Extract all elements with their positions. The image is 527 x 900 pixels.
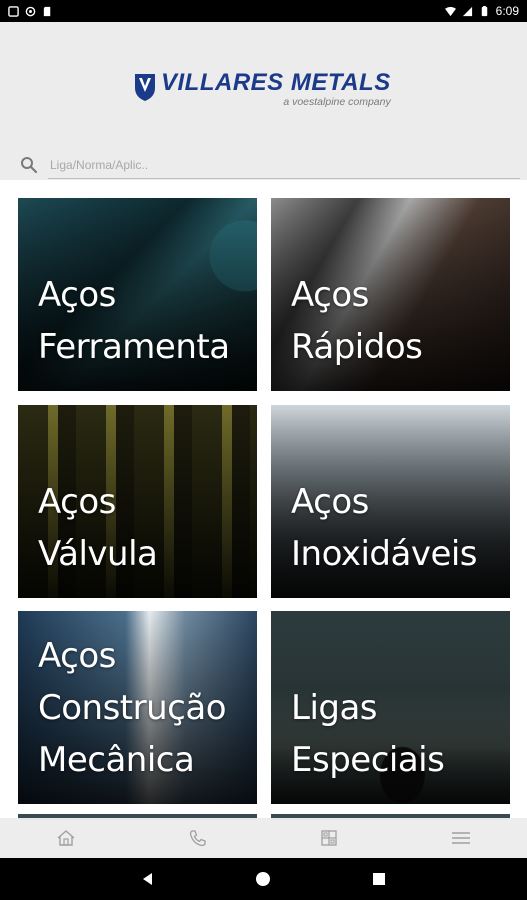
recents-button[interactable]	[364, 864, 394, 894]
back-icon	[142, 873, 152, 885]
bottom-app-bar	[0, 818, 527, 858]
battery-icon	[481, 5, 487, 16]
home-circle-icon	[256, 872, 271, 886]
tile-label-line: Especiais	[291, 740, 445, 780]
tile-label-line: Aços	[38, 636, 116, 676]
notification-square-icon	[8, 5, 19, 17]
tile-label: Ligas Especiais	[291, 682, 445, 786]
wifi-icon	[444, 6, 456, 16]
search-input[interactable]	[48, 151, 520, 179]
tile-label-line: Rápidos	[291, 327, 423, 367]
tile-label-line: Aços	[291, 482, 369, 522]
tile-label-line: Aços	[38, 275, 116, 315]
sd-card-icon	[43, 6, 51, 16]
back-button[interactable]	[133, 864, 163, 894]
status-notifications	[8, 5, 53, 17]
tile-label-line: Aços	[38, 482, 116, 522]
tile-label: Aços Ferramenta	[38, 269, 230, 373]
tile-acos-ferramenta[interactable]: Aços Ferramenta	[18, 198, 257, 391]
brand-logo: VILLARES METALS a voestalpine company	[134, 70, 391, 108]
tile-acos-construcao-mecanica[interactable]: Aços Construção Mecânica	[18, 611, 257, 804]
tile-label: Aços Inoxidáveis	[291, 476, 478, 580]
tile-label-line: Ferramenta	[38, 327, 230, 367]
phone-icon	[189, 830, 206, 847]
system-nav-bar	[0, 858, 527, 900]
search-bar	[20, 150, 520, 180]
tile-acos-rapidos[interactable]: Aços Rápidos	[271, 198, 510, 391]
home-button[interactable]	[46, 818, 86, 858]
tile-acos-inoxidaveis[interactable]: Aços Inoxidáveis	[271, 405, 510, 598]
status-time: 6:09	[495, 4, 519, 18]
tile-label: Aços Rápidos	[291, 269, 423, 373]
menu-icon	[452, 832, 471, 844]
tile-label-line: Válvula	[38, 534, 158, 574]
system-home-button[interactable]	[248, 864, 278, 894]
tile-label-line: Ligas	[291, 688, 378, 728]
recents-icon	[373, 873, 386, 885]
tile-label-line: Construção	[38, 688, 227, 728]
tile-label-line: Mecânica	[38, 740, 195, 780]
tile-label: Aços Construção Mecânica	[38, 630, 227, 786]
home-icon	[57, 830, 75, 846]
status-bar: 6:09	[0, 0, 527, 22]
brand-name: VILLARES METALS	[161, 69, 391, 96]
signal-icon	[462, 6, 472, 16]
tile-label: Aços Válvula	[38, 476, 158, 580]
sync-circle-icon	[25, 6, 36, 16]
status-system: 6:09	[444, 4, 519, 18]
phone-button[interactable]	[178, 818, 218, 858]
search-icon[interactable]	[20, 156, 38, 174]
grid-icon	[321, 830, 338, 846]
grid-button[interactable]	[309, 818, 349, 858]
app-header: VILLARES METALS a voestalpine company	[0, 22, 527, 180]
menu-button[interactable]	[441, 818, 481, 858]
tile-label-line: Inoxidáveis	[291, 534, 478, 574]
tile-ligas-especiais[interactable]: Ligas Especiais	[271, 611, 510, 804]
tile-label-line: Aços	[291, 275, 369, 315]
tile-acos-valvula[interactable]: Aços Válvula	[18, 405, 257, 598]
brand-tagline: a voestalpine company	[283, 96, 391, 108]
shield-logo-icon	[135, 74, 155, 101]
